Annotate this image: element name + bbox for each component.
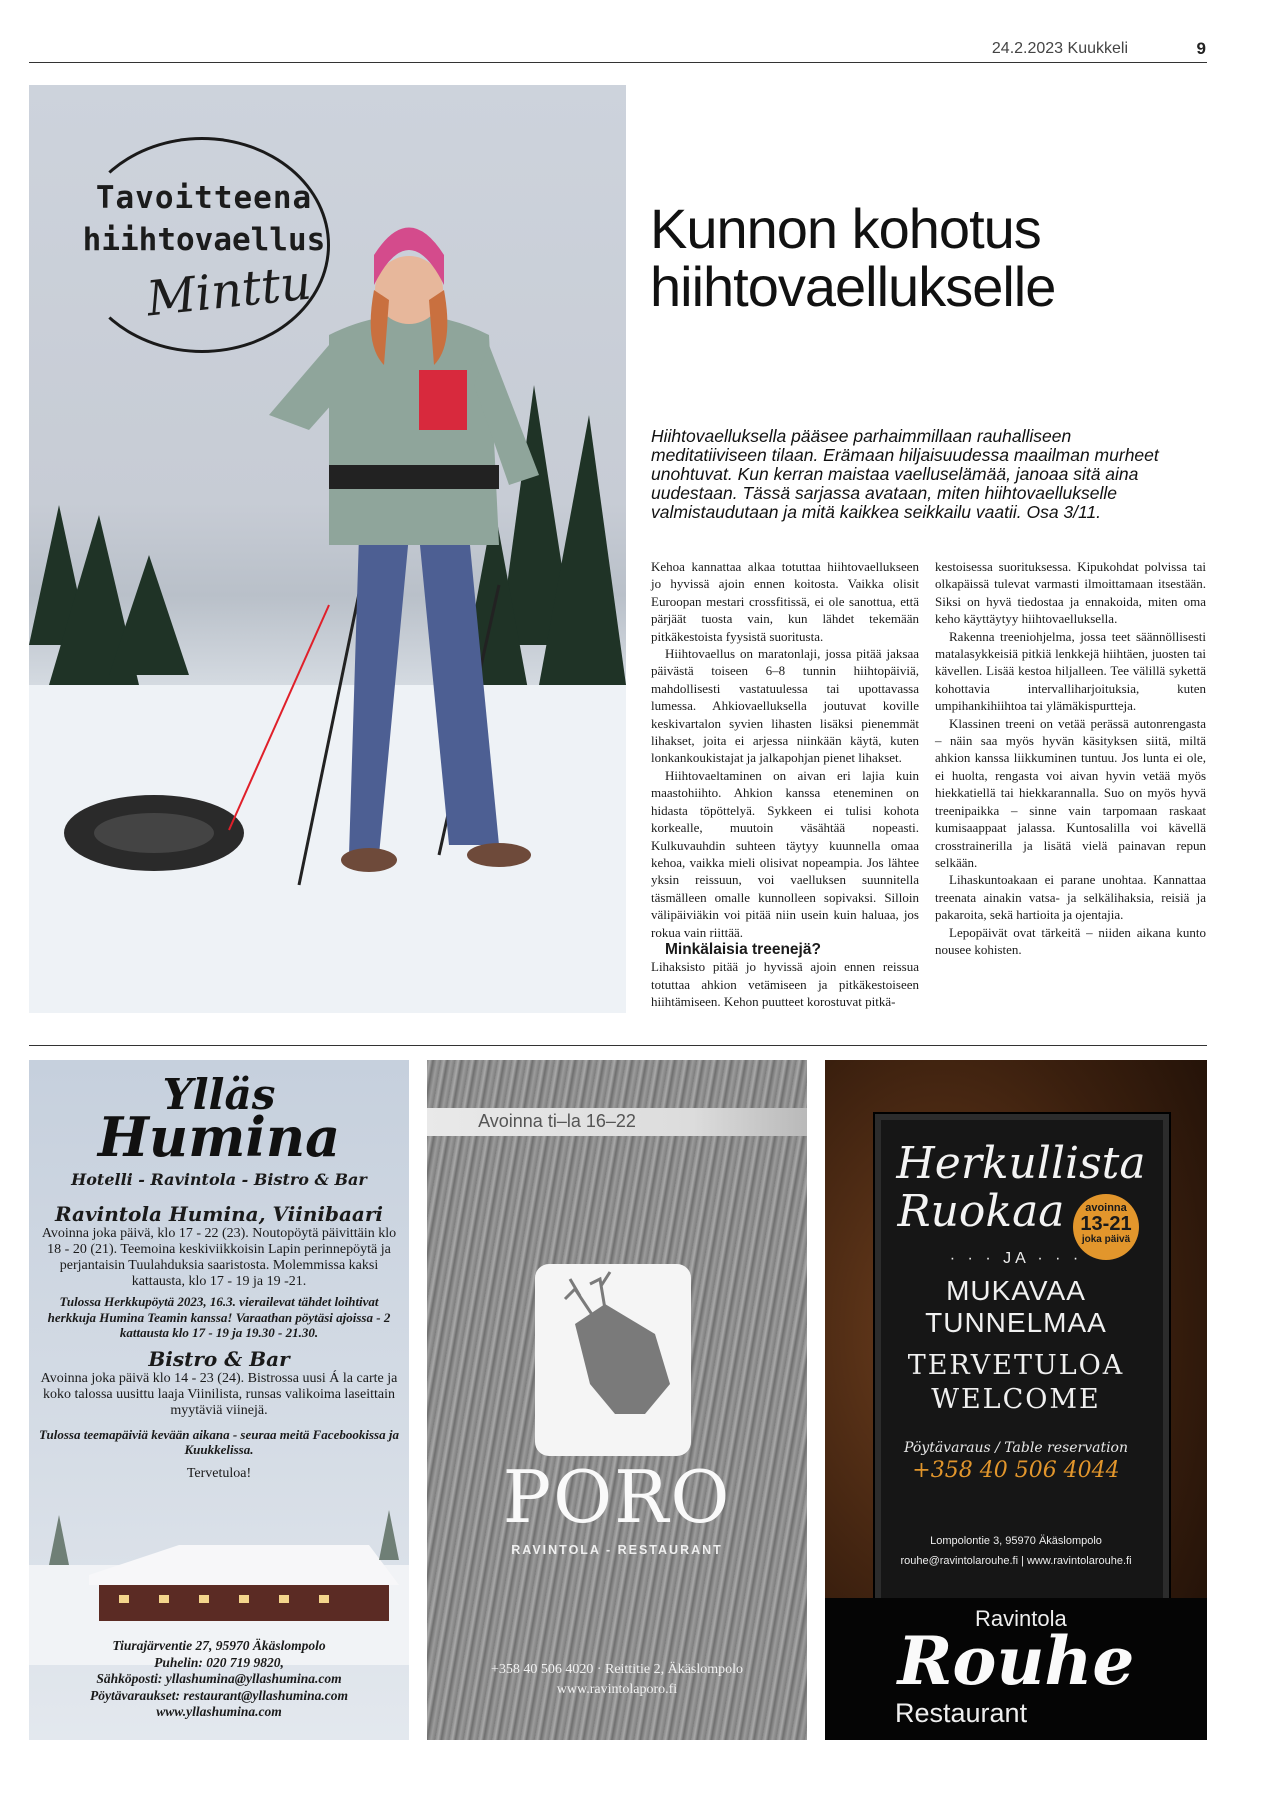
board-phone: +358 40 506 4044 xyxy=(912,1458,1120,1483)
reindeer-emblem xyxy=(535,1264,691,1456)
ad-hours: Avoinna ti–la 16–22 xyxy=(478,1111,636,1131)
header-divider xyxy=(29,62,1207,63)
ad-section-restaurant: Ravintola Humina, Viinibaari Avoinna jok… xyxy=(39,1202,399,1482)
ad-address: Tiurajärventie 27, 95970 Äkäslompolo xyxy=(112,1638,326,1653)
ad-rouhe: Herkullista Ruokaa avoinna 13-21 joka pä… xyxy=(825,1060,1207,1740)
rouhe-footer: Ravintola Rouhe Restaurant xyxy=(825,1598,1207,1740)
ad-phone: Puhelin: 020 719 9820, xyxy=(154,1654,284,1670)
chalkboard: Herkullista Ruokaa avoinna 13-21 joka pä… xyxy=(875,1114,1169,1606)
ad-email: Sähköposti: yllashumina@yllashumina.com xyxy=(96,1671,342,1686)
ad-brand-line-2: Humina xyxy=(97,1105,341,1169)
ad-poro-contact: +358 40 506 4020 · Reittitie 2, Äkäslomp… xyxy=(427,1660,807,1700)
ad-hours-band: Avoinna ti–la 16–22 xyxy=(427,1108,807,1136)
article-column-1: Kehoa kannattaa alkaa totuttaa hiihtovae… xyxy=(651,558,919,1011)
ad-text: Avoinna joka päivä, klo 17 - 22 (23). No… xyxy=(41,1226,397,1289)
page-number: 9 xyxy=(1196,39,1206,58)
ad-yllas-humina: Ylläs Humina Hotelli - Ravintola - Bistr… xyxy=(29,1060,409,1740)
board-welcome-fi: TERVETULOA xyxy=(907,1350,1125,1381)
headline-line-1: Kunnon kohotus xyxy=(650,197,1042,260)
badge-days: joka päivä xyxy=(1081,1234,1131,1245)
paragraph: Lihaksisto pitää jo hyvissä ajoin ennen … xyxy=(651,959,919,1010)
ad-poro: Avoinna ti–la 16–22 PORO RAVINTOLA - RES… xyxy=(427,1060,807,1740)
board-title-1: Herkullista xyxy=(896,1138,1146,1189)
paragraph: Klassinen treeni on vetää perässä autonr… xyxy=(935,715,1206,870)
board-ja: · · · JA · · · xyxy=(949,1250,1083,1267)
ad-text-italic: Tulossa teemapäiviä kevään aikana - seur… xyxy=(39,1426,399,1458)
headline-line-2: hiihtovaellukselle xyxy=(650,255,1056,318)
ad-poro-phone-address: +358 40 506 4020 · Reittitie 2, Äkäslomp… xyxy=(490,1662,744,1677)
article-headline: Kunnon kohotus hiihtovaellukselle xyxy=(650,200,1170,316)
ad-reservations: Pöytävaraukset: restaurant@yllashumina.c… xyxy=(89,1687,348,1703)
board-email: rouhe@ravintolarouhe.fi | www.ravintolar… xyxy=(900,1555,1132,1567)
paragraph: kestoisessa suorituksessa. Kipukohdat po… xyxy=(935,559,1206,627)
article-column-2: kestoisessa suorituksessa. Kipukohdat po… xyxy=(935,558,1206,958)
ad-poro-tagline: RAVINTOLA - RESTAURANT xyxy=(511,1543,723,1557)
ad-poro-name: PORO xyxy=(502,1455,732,1539)
reindeer-icon xyxy=(563,1271,670,1414)
footer-restaurant: Restaurant xyxy=(895,1698,1028,1728)
board-address: Lompolontie 3, 95970 Äkäslompolo xyxy=(930,1535,1102,1547)
paragraph: Kehoa kannattaa alkaa totuttaa hiihtovae… xyxy=(651,559,919,644)
ad-text-italic: Tulossa Herkkupöytä 2023, 16.3. vieraile… xyxy=(47,1294,391,1340)
ad-poro-website: www.ravintolaporo.fi xyxy=(556,1682,678,1697)
article-subhead: Minkälaisia treenejä? xyxy=(665,940,821,958)
board-reservation-label: Pöytävaraus / Table reservation xyxy=(904,1440,1128,1456)
logo-line-1: Tavoitteena xyxy=(95,180,313,216)
badge-hours: 13-21 xyxy=(1080,1213,1132,1235)
ad-subtitle: Hotelli - Ravintola - Bistro & Bar xyxy=(71,1170,367,1189)
paragraph: Lepopäivät ovat tärkeitä – niiden aikana… xyxy=(935,924,1206,957)
paragraph: Rakenna treeniohjelma, jossa teet säännö… xyxy=(935,628,1206,714)
ad-website: www.yllashumina.com xyxy=(156,1704,282,1719)
board-welcome-en: WELCOME xyxy=(931,1384,1101,1415)
footer-rouhe: Rouhe xyxy=(897,1622,1135,1700)
issue-date: 24.2.2023 Kuukkeli xyxy=(991,40,1128,57)
ad-text: Avoinna joka päivä klo 14 - 23 (24). Bis… xyxy=(40,1370,398,1418)
ad-heading: Ravintola Humina, Viinibaari xyxy=(54,1202,384,1226)
paragraph: Hiihtovaeltaminen on aivan eri lajia kui… xyxy=(651,767,919,940)
paragraph: Lihaskuntoakaan ei parane unohtaa. Kanna… xyxy=(935,872,1206,923)
article-lede: Hiihtovaelluksella pääsee parhaimmillaan… xyxy=(651,426,1159,522)
ad-welcome: Tervetuloa! xyxy=(186,1465,252,1481)
hero-photo: Tavoitteena hiihtovaellus Minttu xyxy=(29,85,626,1013)
board-mood: MUKAVAA TUNNELMAA xyxy=(925,1275,1107,1338)
ad-heading: Bistro & Bar xyxy=(148,1346,290,1371)
board-title-2: Ruokaa xyxy=(897,1186,1065,1237)
paragraph: Hiihtovaellus on maratonlaji, jossa pitä… xyxy=(651,646,919,766)
ad-contact: Tiurajärventie 27, 95970 Äkäslompolo Puh… xyxy=(29,1638,409,1721)
section-divider xyxy=(29,1045,1207,1046)
